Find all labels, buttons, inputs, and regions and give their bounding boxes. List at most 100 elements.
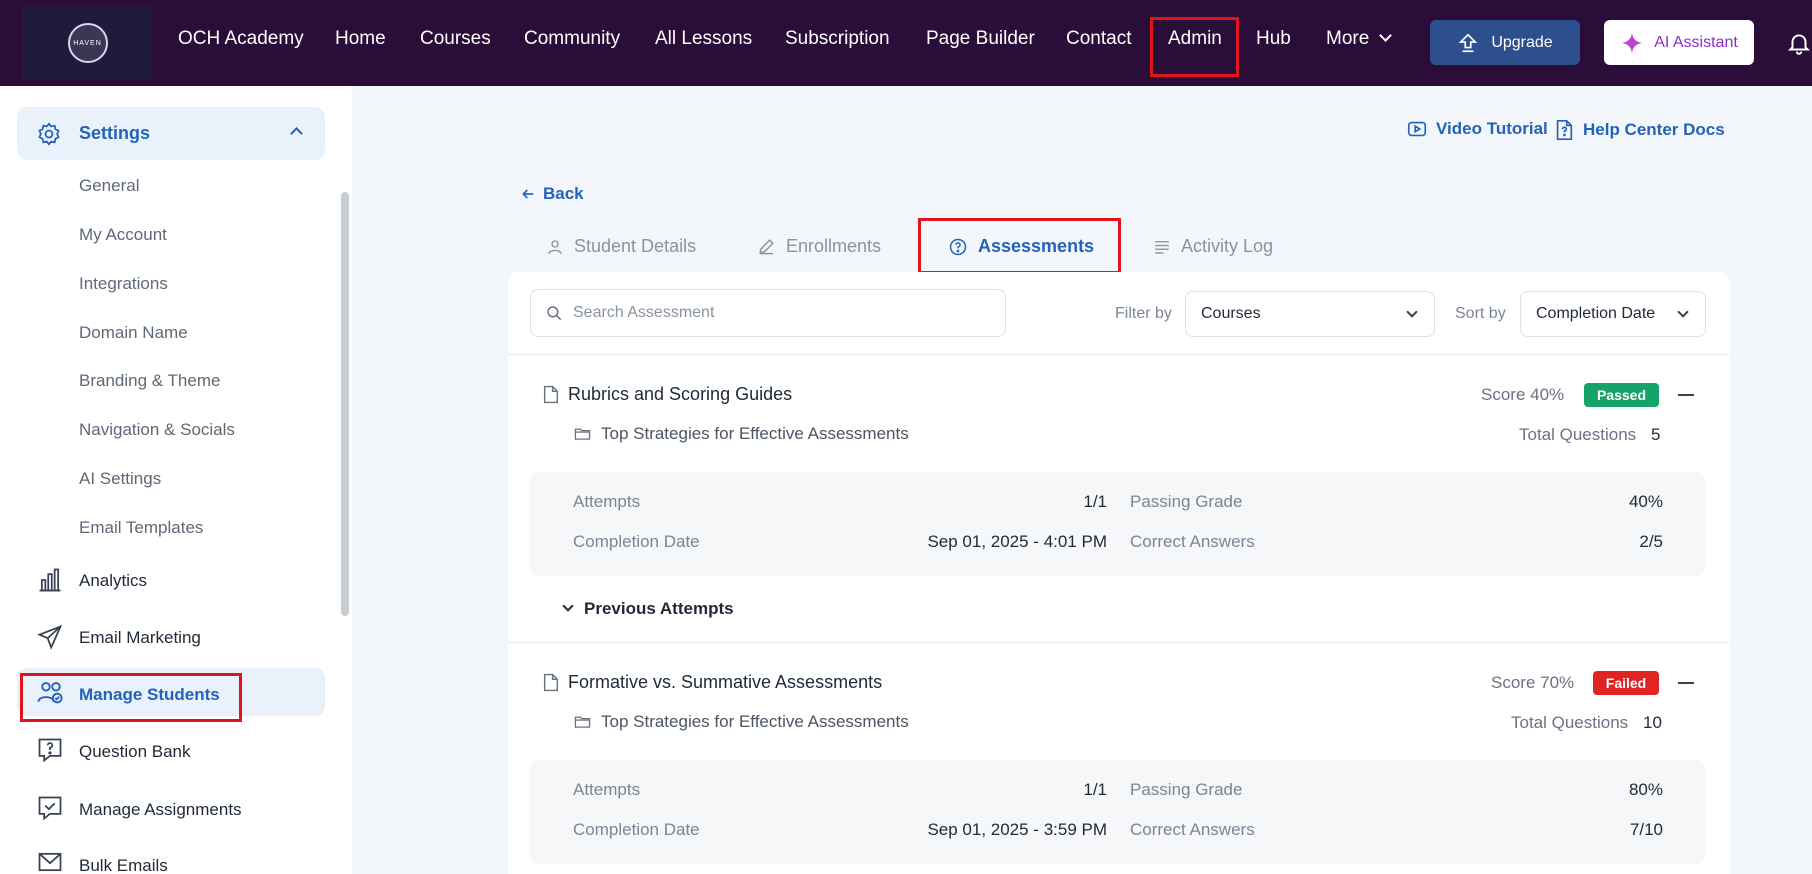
passing-grade-value: 80% (1628, 780, 1663, 799)
upgrade-button[interactable]: Upgrade (1430, 20, 1580, 65)
send-icon (37, 624, 63, 650)
sort-select[interactable]: Completion Date (1520, 291, 1706, 337)
video-tutorial-label: Video Tutorial (1436, 119, 1548, 138)
nav-link-all-lessons[interactable]: All Lessons (655, 28, 752, 50)
sidebar-subitem-general[interactable]: General (79, 176, 139, 196)
tab-activity-log-label: Activity Log (1181, 236, 1274, 256)
assessment-details: Attempts 1/1 Completion Date Sep 01, 202… (530, 760, 1705, 864)
nav-link-courses[interactable]: Courses (420, 28, 491, 50)
attempts-value: 1/1 (1083, 492, 1107, 511)
back-label: Back (543, 184, 584, 203)
status-badge-passed: Passed (1584, 383, 1659, 407)
tab-activity-log[interactable]: Activity Log (1153, 236, 1273, 257)
assessment-title[interactable]: Formative vs. Summative Assessments (568, 672, 882, 693)
bell-icon[interactable] (1786, 30, 1812, 56)
back-button[interactable]: Back (520, 184, 584, 204)
search-icon (547, 306, 562, 321)
logo-emblem-icon: HAVEN (67, 23, 108, 63)
sidebar-item-email-marketing[interactable]: Email Marketing (79, 628, 201, 648)
sidebar-subitem-email-templates[interactable]: Email Templates (79, 518, 203, 538)
sidebar-item-manage-assignments[interactable]: Manage Assignments (79, 800, 242, 820)
question-bubble-icon (38, 738, 62, 763)
nav-link-page-builder[interactable]: Page Builder (926, 28, 1035, 50)
sidebar-item-bulk-emails[interactable]: Bulk Emails (79, 856, 168, 874)
sidebar-subitem-integrations[interactable]: Integrations (79, 274, 168, 294)
previous-attempts-toggle[interactable]: Previous Attempts (562, 599, 734, 619)
completion-date-value: Sep 01, 2025 - 4:01 PM (927, 532, 1107, 551)
assessment-score: Score 40% (1481, 385, 1565, 404)
help-center-docs-link[interactable]: Help Center Docs (1553, 118, 1725, 142)
correct-answers-value: 2/5 (1639, 532, 1663, 551)
tab-enrollments[interactable]: Enrollments (757, 236, 881, 257)
sidebar-subitem-my-account[interactable]: My Account (79, 225, 167, 245)
filter-select-value: Courses (1201, 305, 1261, 322)
completion-date-label: Completion Date (573, 820, 700, 839)
sidebar: Settings General My Account Integrations… (0, 86, 352, 874)
chevron-up-icon[interactable] (290, 127, 303, 140)
sidebar-subitem-branding-theme[interactable]: Branding & Theme (79, 371, 220, 391)
passing-grade-label: Passing Grade (1130, 492, 1243, 511)
logo[interactable]: HAVEN (22, 6, 153, 80)
ai-assistant-button[interactable]: AI Assistant (1604, 20, 1754, 65)
collapse-minus-icon[interactable] (1678, 394, 1694, 396)
previous-attempts-label: Previous Attempts (584, 599, 734, 618)
filter-select[interactable]: Courses (1185, 291, 1435, 337)
assessment-score: Score 70% (1491, 673, 1575, 692)
assessment-title[interactable]: Rubrics and Scoring Guides (568, 384, 792, 405)
passing-grade-label: Passing Grade (1130, 780, 1243, 799)
status-badge-failed: Failed (1593, 671, 1659, 695)
attempts-value: 1/1 (1083, 780, 1107, 799)
top-navigation-bar: HAVEN OCH Academy Home Courses Community… (0, 0, 1812, 86)
chevron-down-icon (1677, 306, 1689, 318)
search-input[interactable] (573, 304, 993, 322)
total-questions-label: Total Questions (1519, 425, 1637, 444)
assessments-tab-highlight-box (918, 218, 1121, 274)
sidebar-item-settings[interactable]: Settings (17, 107, 325, 160)
sort-by-label: Sort by (1455, 305, 1506, 322)
sidebar-item-question-bank[interactable]: Question Bank (79, 742, 191, 762)
user-icon (548, 239, 562, 254)
upload-arrow-icon (1458, 33, 1478, 52)
assessment-course: Top Strategies for Effective Assessments (601, 424, 909, 443)
document-question-icon (1556, 120, 1573, 140)
nav-link-hub[interactable]: Hub (1256, 28, 1291, 50)
total-questions-value: 10 (1643, 713, 1662, 732)
passing-grade-value: 40% (1628, 492, 1663, 511)
sidebar-subitem-navigation-socials[interactable]: Navigation & Socials (79, 420, 235, 440)
tab-student-details-label: Student Details (574, 236, 697, 256)
video-tutorial-link[interactable]: Video Tutorial (1406, 118, 1548, 140)
tab-enrollments-label: Enrollments (786, 236, 882, 256)
nav-link-more[interactable]: More (1326, 28, 1393, 50)
mail-icon (38, 852, 62, 872)
chevron-down-icon (1406, 306, 1418, 318)
nav-link-subscription[interactable]: Subscription (785, 28, 890, 50)
attempts-label: Attempts (573, 780, 641, 799)
sidebar-subitem-ai-settings[interactable]: AI Settings (79, 469, 161, 489)
correct-answers-label: Correct Answers (1130, 820, 1255, 839)
logo-text: HAVEN (73, 39, 102, 47)
sort-select-value: Completion Date (1536, 305, 1656, 322)
total-questions-value: 5 (1651, 425, 1661, 444)
settings-label: Settings (79, 123, 151, 143)
sidebar-item-analytics[interactable]: Analytics (79, 571, 147, 591)
search-box[interactable] (530, 289, 1006, 337)
folder-icon (574, 428, 591, 440)
document-icon (543, 673, 559, 692)
gear-icon (38, 122, 60, 146)
pencil-icon (759, 239, 774, 255)
divider (508, 354, 1730, 355)
nav-link-och-academy[interactable]: OCH Academy (178, 28, 304, 50)
sparkle-icon (1622, 32, 1643, 53)
attempts-label: Attempts (573, 492, 641, 511)
nav-link-contact[interactable]: Contact (1066, 28, 1131, 50)
correct-answers-label: Correct Answers (1130, 532, 1255, 551)
completion-date-value: Sep 01, 2025 - 3:59 PM (927, 820, 1107, 839)
list-icon (1155, 240, 1169, 254)
sidebar-scrollbar[interactable] (341, 192, 349, 616)
collapse-minus-icon[interactable] (1678, 682, 1694, 684)
divider (508, 642, 1730, 643)
sidebar-subitem-domain-name[interactable]: Domain Name (79, 323, 188, 343)
nav-link-community[interactable]: Community (524, 28, 620, 50)
nav-link-home[interactable]: Home (335, 28, 386, 50)
tab-student-details[interactable]: Student Details (546, 236, 696, 257)
